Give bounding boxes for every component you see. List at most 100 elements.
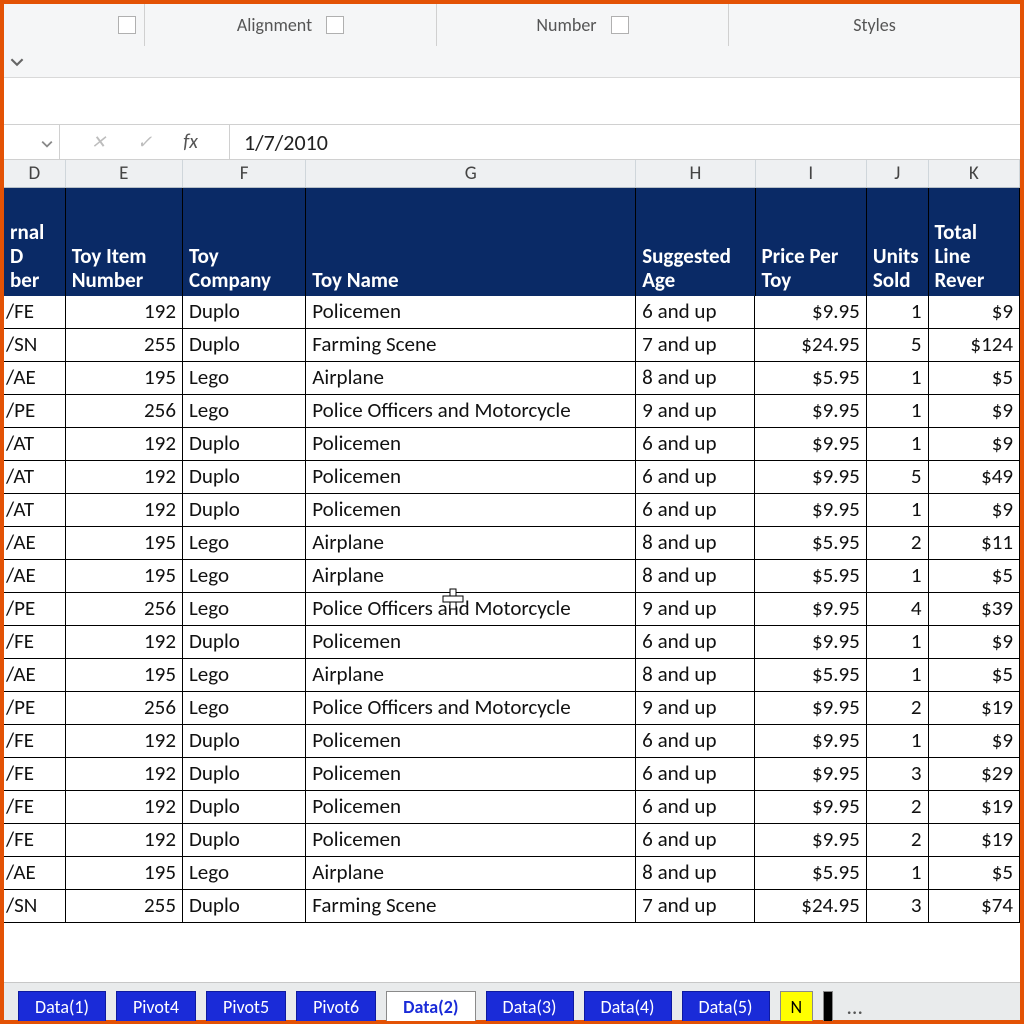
cell[interactable]: 1 [867,857,929,889]
cell[interactable]: 1 [867,659,929,691]
cell[interactable]: $19 [929,824,1020,856]
cell[interactable]: Lego [183,560,306,592]
cell[interactable]: 9 and up [636,692,755,724]
cell[interactable]: $5.95 [755,857,866,889]
cell[interactable]: Lego [183,362,306,394]
cell[interactable]: /FE [4,626,66,658]
cell[interactable]: Police Officers and Motorcycle [306,593,636,625]
cell[interactable]: Duplo [183,428,306,460]
cell[interactable]: Farming Scene [306,890,636,922]
col-header-J[interactable]: J [867,160,929,187]
cell[interactable]: Duplo [183,461,306,493]
cell[interactable]: 195 [66,857,183,889]
cell[interactable]: 9 and up [636,395,755,427]
cell[interactable]: $9.95 [755,824,866,856]
name-box[interactable] [4,124,60,160]
cell[interactable]: Airplane [306,857,636,889]
cell[interactable]: 192 [66,428,183,460]
cell[interactable]: 8 and up [636,362,755,394]
sheet-tab[interactable]: Data(4) [584,991,672,1021]
cell[interactable]: /FE [4,824,66,856]
sheet-tab[interactable]: Data(2) [386,991,475,1021]
cell[interactable]: $9.95 [755,758,866,790]
cell[interactable]: 1 [867,428,929,460]
cell[interactable]: Police Officers and Motorcycle [306,692,636,724]
cell[interactable]: Policemen [306,461,636,493]
cell[interactable]: /PE [4,395,66,427]
cell[interactable]: /AE [4,362,66,394]
sheet-tab[interactable]: Data(5) [682,991,770,1021]
cell[interactable]: 192 [66,758,183,790]
cell[interactable]: 2 [867,791,929,823]
th-total-line-revenue[interactable]: Total Line Rever [929,188,1020,296]
cell[interactable]: 255 [66,890,183,922]
cell[interactable]: 2 [867,824,929,856]
cell[interactable]: $24.95 [755,890,866,922]
cell[interactable]: 256 [66,395,183,427]
cell[interactable]: /AT [4,428,66,460]
cell[interactable]: 7 and up [636,329,755,361]
cell[interactable]: 5 [867,329,929,361]
cell[interactable]: 192 [66,296,183,328]
cell[interactable]: 192 [66,494,183,526]
cell[interactable]: /SN [4,329,66,361]
cell[interactable]: 6 and up [636,791,755,823]
cell[interactable]: $9.95 [755,428,866,460]
cell[interactable]: Duplo [183,494,306,526]
cell[interactable]: $5 [929,560,1020,592]
cell[interactable]: Lego [183,395,306,427]
cell[interactable]: Policemen [306,824,636,856]
th-toy-name[interactable]: Toy Name [306,188,636,296]
cell[interactable]: $5.95 [755,527,866,559]
cell[interactable]: Police Officers and Motorcycle [306,395,636,427]
cell[interactable]: 6 and up [636,494,755,526]
col-header-I[interactable]: I [756,160,867,187]
cell[interactable]: Policemen [306,791,636,823]
cell[interactable]: 6 and up [636,428,755,460]
cell[interactable]: 4 [867,593,929,625]
cell[interactable]: 8 and up [636,527,755,559]
cell[interactable]: Lego [183,857,306,889]
cell[interactable]: $5 [929,857,1020,889]
cell[interactable]: 1 [867,296,929,328]
cell[interactable]: 1 [867,626,929,658]
cell[interactable]: Policemen [306,296,636,328]
cell[interactable]: Duplo [183,329,306,361]
cell[interactable]: $5 [929,659,1020,691]
cell[interactable]: 1 [867,494,929,526]
cell[interactable]: 195 [66,659,183,691]
cell[interactable]: 6 and up [636,824,755,856]
fx-icon[interactable]: fx [183,130,198,154]
cell[interactable]: Duplo [183,725,306,757]
cell[interactable]: 6 and up [636,296,755,328]
dialog-launcher-icon[interactable] [326,16,344,34]
cell[interactable]: Farming Scene [306,329,636,361]
cell[interactable]: 6 and up [636,461,755,493]
cell[interactable]: Duplo [183,791,306,823]
cell[interactable]: 255 [66,329,183,361]
cell[interactable]: $24.95 [755,329,866,361]
cell[interactable]: $9.95 [755,725,866,757]
cell[interactable]: $9.95 [755,791,866,823]
cell[interactable]: 192 [66,791,183,823]
col-header-F[interactable]: F [183,160,306,187]
cell[interactable]: 192 [66,824,183,856]
dialog-launcher-icon[interactable] [611,16,629,34]
sheet-tab[interactable]: N [780,991,814,1021]
sheet-tab[interactable]: Pivot6 [296,991,376,1021]
cell[interactable]: $9.95 [755,692,866,724]
th-internal-id[interactable]: rnalDber [4,188,66,296]
formula-input[interactable]: 1/7/2010 [230,129,1020,156]
sheet-tab[interactable]: Data(3) [486,991,574,1021]
cell[interactable]: /FE [4,296,66,328]
cell[interactable]: $19 [929,692,1020,724]
cell[interactable]: $124 [929,329,1020,361]
cell[interactable]: /PE [4,593,66,625]
cell[interactable]: Lego [183,593,306,625]
th-units-sold[interactable]: Units Sold [867,188,929,296]
cell[interactable]: /AT [4,461,66,493]
cell[interactable]: Airplane [306,560,636,592]
col-header-E[interactable]: E [66,160,183,187]
sheet-tab-collapsed[interactable] [823,991,833,1021]
th-suggested-age[interactable]: Suggested Age [636,188,755,296]
